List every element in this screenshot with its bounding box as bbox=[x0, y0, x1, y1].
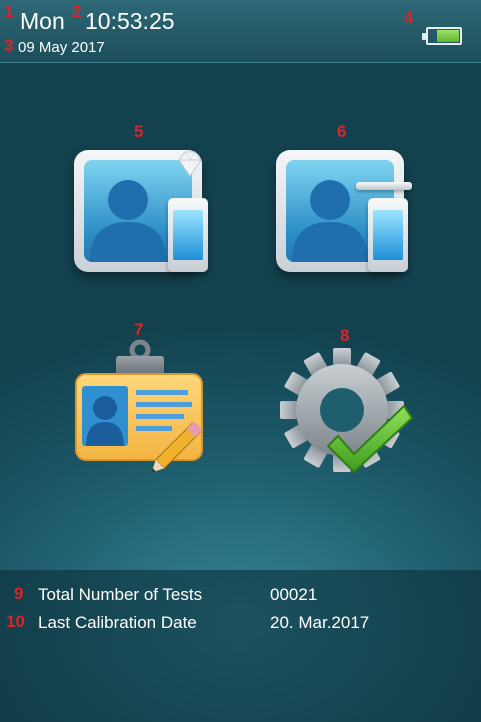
calibration-label: Last Calibration Date bbox=[38, 613, 197, 632]
battery-fill bbox=[437, 30, 459, 42]
info-panel: 9 Total Number of Tests 00021 10 Last Ca… bbox=[0, 570, 481, 722]
status-bar: 1 Mon 2 10:53:25 3 09 May 2017 4 bbox=[0, 0, 481, 63]
day-label: Mon bbox=[20, 8, 65, 34]
marker-9: 9 bbox=[14, 584, 24, 603]
marker-2: 2 bbox=[72, 2, 82, 21]
device-cap-icon bbox=[356, 182, 412, 190]
device-screen: 1 Mon 2 10:53:25 3 09 May 2017 4 5 6 7 8… bbox=[0, 0, 481, 722]
marker-5: 5 bbox=[134, 122, 144, 141]
marker-10: 10 bbox=[6, 612, 25, 631]
marker-8: 8 bbox=[340, 326, 350, 345]
date-label: 09 May 2017 bbox=[18, 39, 105, 56]
tile-user-phone[interactable] bbox=[74, 146, 214, 276]
diamond-icon bbox=[178, 151, 202, 177]
id-badge-edit-icon bbox=[75, 339, 203, 473]
clock-time: 10:53:25 bbox=[85, 8, 175, 34]
total-tests-value: 00021 bbox=[270, 585, 318, 604]
marker-3: 3 bbox=[4, 36, 14, 55]
phone-icon bbox=[168, 198, 208, 272]
settings-gear-check-icon bbox=[280, 348, 414, 474]
tile-user-device[interactable] bbox=[276, 146, 416, 276]
device-icon bbox=[368, 198, 408, 272]
calibration-value: 20. Mar.2017 bbox=[270, 613, 370, 632]
marker-1: 1 bbox=[4, 2, 14, 21]
marker-4: 4 bbox=[404, 8, 414, 27]
battery-icon bbox=[422, 27, 462, 45]
marker-7: 7 bbox=[134, 320, 144, 339]
marker-6: 6 bbox=[337, 122, 347, 141]
total-tests-label: Total Number of Tests bbox=[38, 585, 203, 604]
tile-id-badge[interactable] bbox=[74, 338, 214, 478]
tile-settings[interactable] bbox=[280, 348, 415, 478]
